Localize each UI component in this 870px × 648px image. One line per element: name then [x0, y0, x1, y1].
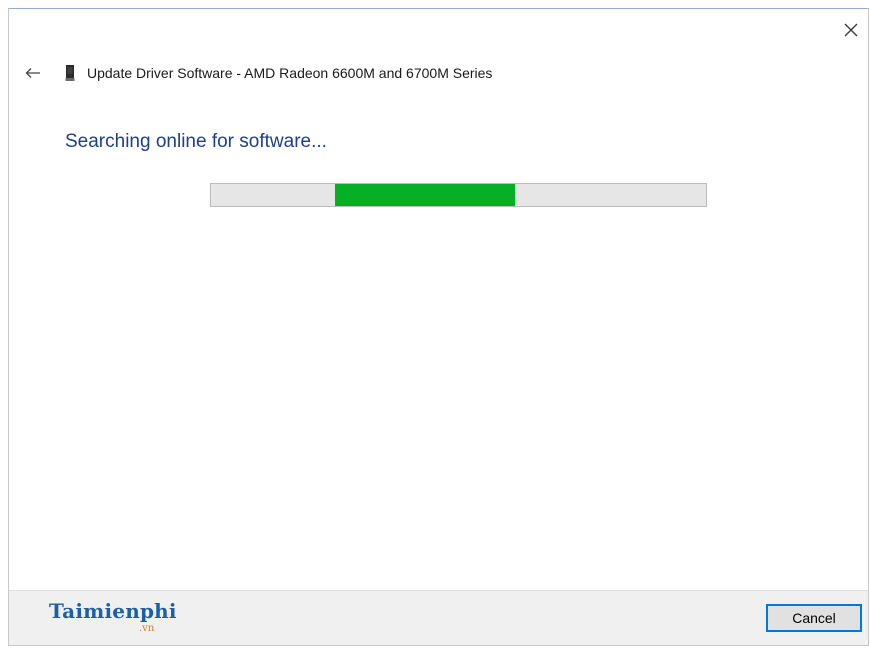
update-driver-dialog: Update Driver Software - AMD Radeon 6600… — [8, 8, 869, 646]
progress-chunk — [334, 184, 516, 206]
dialog-header: Update Driver Software - AMD Radeon 6600… — [21, 61, 492, 85]
dialog-footer: Taimienphi .vn Cancel — [9, 590, 868, 645]
cancel-button[interactable]: Cancel — [766, 604, 862, 632]
back-button[interactable] — [21, 61, 45, 85]
dialog-title: Update Driver Software - AMD Radeon 6600… — [87, 65, 493, 81]
graphics-card-icon — [65, 64, 75, 82]
close-icon — [844, 23, 858, 37]
main-instruction: Searching online for software... — [65, 131, 327, 152]
progress-bar — [210, 183, 707, 207]
brand-logo-suffix: .vn — [139, 623, 155, 634]
brand-logo: Taimienphi — [49, 599, 177, 623]
close-button[interactable] — [840, 19, 862, 41]
back-arrow-icon — [25, 68, 40, 78]
